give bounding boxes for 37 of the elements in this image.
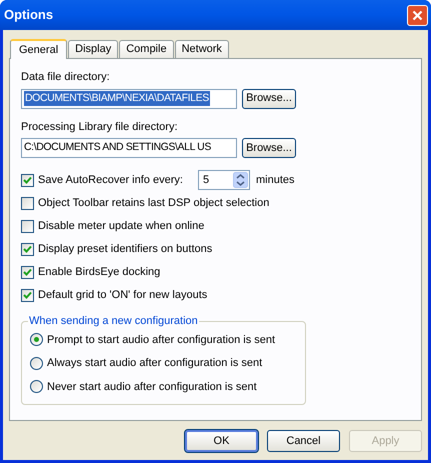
checkbox-label: Enable BirdsEye docking bbox=[38, 265, 160, 280]
input-field[interactable]: C:\DOCUMENTS AND SETTINGS\ALL US bbox=[21, 138, 237, 158]
checkbox-label: Display preset identifiers on buttons bbox=[38, 242, 212, 258]
tab[interactable]: Compile bbox=[119, 40, 174, 58]
checkbox[interactable] bbox=[21, 289, 34, 302]
browse-button[interactable]: Browse... bbox=[242, 138, 296, 158]
checkbox[interactable] bbox=[21, 266, 34, 279]
tab[interactable]: Display bbox=[68, 40, 118, 58]
field-label: Data file directory: bbox=[21, 70, 111, 85]
dialog-button[interactable]: Cancel bbox=[267, 430, 340, 452]
checkbox-label: Disable meter update when online bbox=[38, 219, 204, 234]
spin-field[interactable]: 5 bbox=[198, 170, 250, 190]
radio-button[interactable] bbox=[30, 356, 43, 370]
unit-label: minutes bbox=[256, 172, 295, 188]
close-icon bbox=[412, 10, 423, 20]
window-title: Options bbox=[4, 6, 54, 24]
checkbox[interactable] bbox=[21, 243, 34, 256]
close-button[interactable] bbox=[407, 4, 428, 26]
checkbox[interactable] bbox=[21, 174, 34, 186]
checkbox-label: Object Toolbar retains last DSP object selection bbox=[38, 196, 270, 212]
checkbox-label: Default grid to 'ON' for new layouts bbox=[38, 288, 208, 304]
radio-label: Never start audio after configuration is sent bbox=[47, 380, 257, 394]
browse-button[interactable]: Browse... bbox=[242, 88, 296, 108]
radio-label: Prompt to start audio after configuration is sent bbox=[47, 332, 276, 348]
input-field[interactable]: DOCUMENTS\BIAMP\NEXIA\DATAFILES bbox=[21, 88, 237, 108]
tab[interactable]: Network bbox=[174, 40, 229, 58]
spin-arrows-icon[interactable] bbox=[233, 172, 248, 188]
radio-label: Always start audio after configuration is sent bbox=[47, 356, 262, 371]
group-title: When sending a new configuration bbox=[28, 314, 199, 329]
field-label: Processing Library file directory: bbox=[21, 120, 179, 134]
radio-button[interactable] bbox=[30, 333, 43, 346]
radio-button[interactable] bbox=[30, 380, 43, 394]
tab[interactable]: General bbox=[10, 39, 68, 59]
dialog-button[interactable]: OK bbox=[185, 430, 258, 452]
checkbox-label: Save AutoRecover info every: bbox=[38, 172, 184, 188]
checkbox[interactable] bbox=[21, 220, 34, 233]
checkbox[interactable] bbox=[21, 197, 34, 210]
